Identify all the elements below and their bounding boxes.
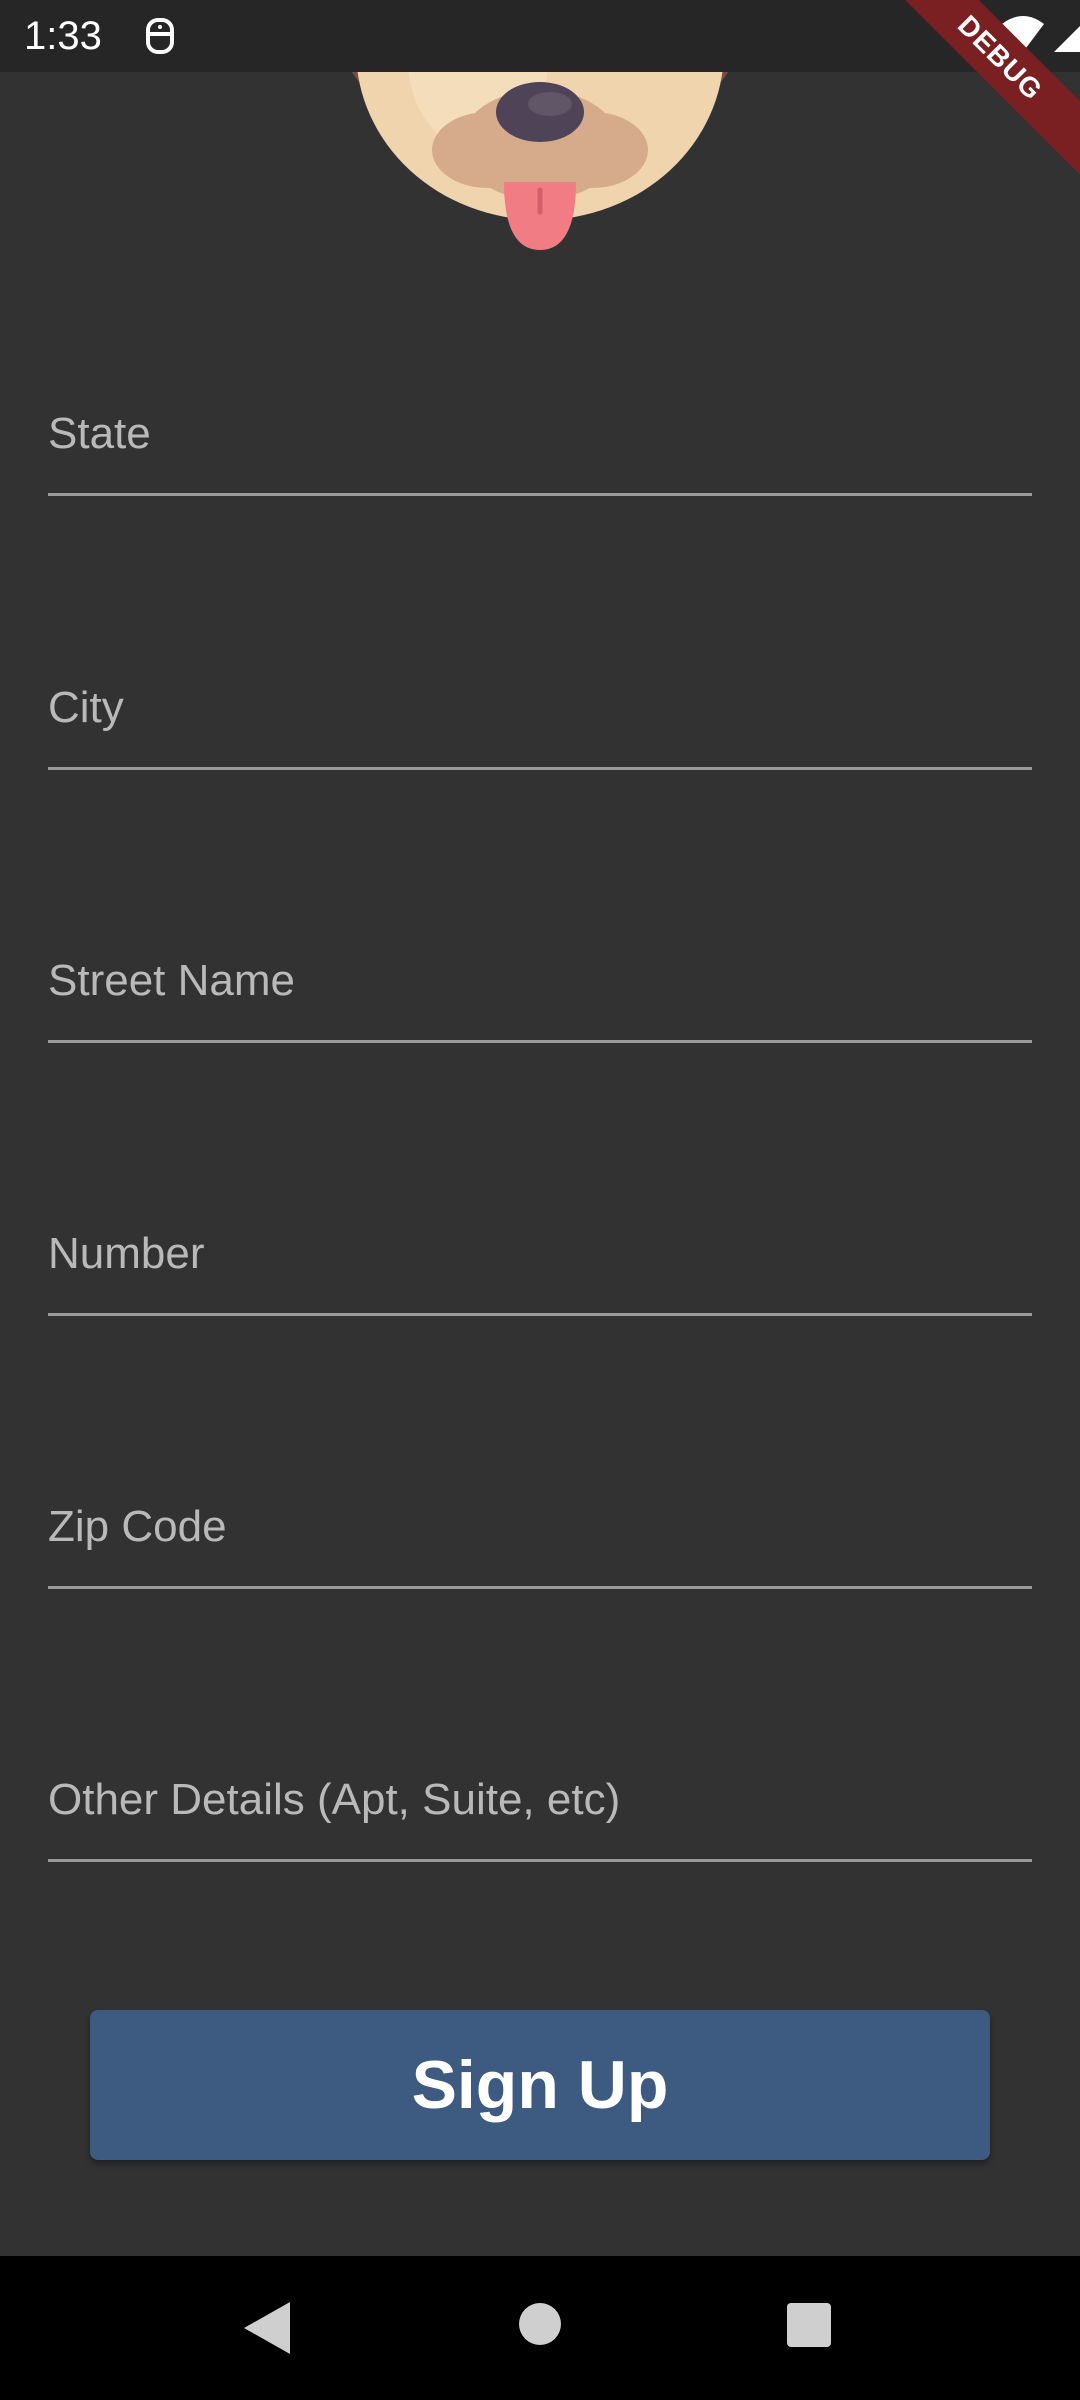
- field-underline: [48, 493, 1032, 496]
- field-underline: [48, 1859, 1032, 1862]
- number-input[interactable]: [48, 1196, 1032, 1312]
- back-icon[interactable]: [242, 2300, 292, 2356]
- recents-icon[interactable]: [786, 2302, 832, 2348]
- street-name-input[interactable]: [48, 923, 1032, 1039]
- field-underline: [48, 1586, 1032, 1589]
- signup-address-screen: 1:33 DEBUG State City Street Name Number…: [0, 0, 1080, 2400]
- street-name-field[interactable]: [48, 923, 1032, 1043]
- zip-code-field[interactable]: [48, 1469, 1032, 1589]
- number-field[interactable]: [48, 1196, 1032, 1316]
- signal-icon: [1054, 26, 1080, 52]
- navigation-bar: [0, 2256, 1080, 2400]
- field-underline: [48, 767, 1032, 770]
- city-input[interactable]: [48, 650, 1032, 766]
- app-notification-icon: [146, 18, 174, 54]
- state-input[interactable]: [48, 376, 1032, 492]
- state-field[interactable]: [48, 376, 1032, 496]
- status-time: 1:33: [24, 14, 102, 58]
- field-underline: [48, 1040, 1032, 1043]
- field-underline: [48, 1313, 1032, 1316]
- other-details-input[interactable]: [48, 1742, 1032, 1858]
- home-icon[interactable]: [518, 2302, 562, 2346]
- other-details-field[interactable]: [48, 1742, 1032, 1862]
- zip-code-input[interactable]: [48, 1469, 1032, 1585]
- city-field[interactable]: [48, 650, 1032, 770]
- sign-up-button[interactable]: Sign Up: [90, 2010, 990, 2160]
